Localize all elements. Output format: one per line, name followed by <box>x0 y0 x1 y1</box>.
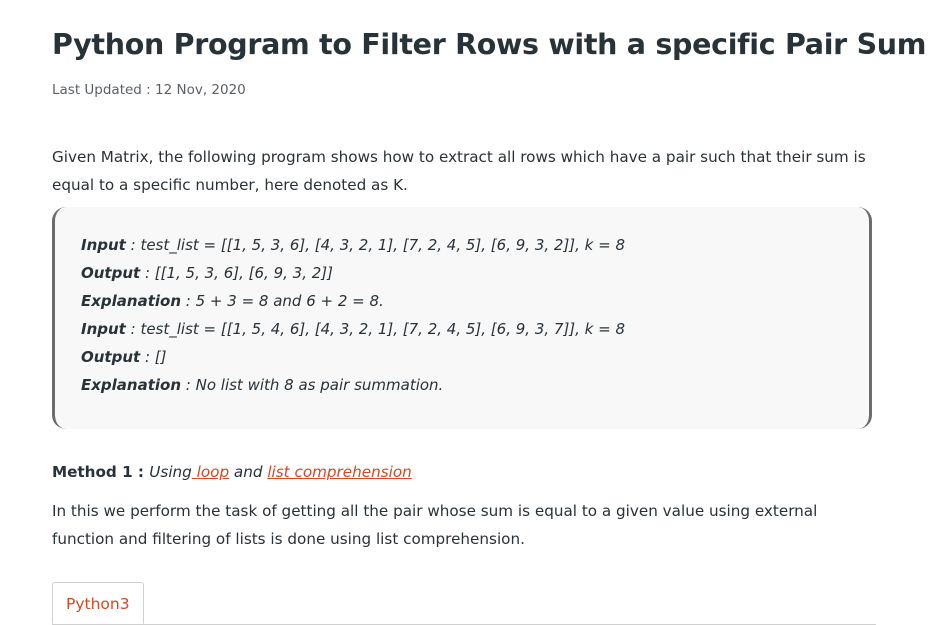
method-heading: Method 1 : Using loop and list comprehen… <box>52 458 412 486</box>
method-label: Method 1 : <box>52 463 150 481</box>
loop-link[interactable]: loop <box>192 463 229 481</box>
page-title: Python Program to Filter Rows with a spe… <box>52 28 927 61</box>
example-key: Output <box>81 264 141 282</box>
method-and: and <box>229 463 268 481</box>
example-line: Output : [[1, 5, 3, 6], [6, 9, 3, 2]] <box>81 259 869 287</box>
example-text: : 5 + 3 = 8 and 6 + 2 = 8. <box>181 292 384 310</box>
example-key: Explanation <box>81 292 182 310</box>
code-tabs: Python3 <box>52 582 876 625</box>
example-line: Input : test_list = [[1, 5, 3, 6], [4, 3… <box>81 231 869 259</box>
example-line: Explanation : No list with 8 as pair sum… <box>81 371 869 399</box>
example-text: : test_list = [[1, 5, 4, 6], [4, 3, 2, 1… <box>125 320 626 338</box>
example-line: Input : test_list = [[1, 5, 4, 6], [4, 3… <box>81 315 869 343</box>
example-key: Output <box>81 348 141 366</box>
method-description: In this we perform the task of getting a… <box>52 502 818 548</box>
example-key: Explanation <box>81 376 182 394</box>
example-text: : [[1, 5, 3, 6], [6, 9, 3, 2]] <box>140 264 333 282</box>
example-key: Input <box>81 320 126 338</box>
example-line: Explanation : 5 + 3 = 8 and 6 + 2 = 8. <box>81 287 869 315</box>
example-text: : No list with 8 as pair summation. <box>181 376 444 394</box>
method-using: Using <box>149 463 192 481</box>
example-line: Output : [] <box>81 343 869 371</box>
example-box: Input : test_list = [[1, 5, 3, 6], [4, 3… <box>52 207 872 429</box>
intro-paragraph: Given Matrix, the following program show… <box>52 148 866 194</box>
example-text: : test_list = [[1, 5, 3, 6], [4, 3, 2, 1… <box>125 236 626 254</box>
example-key: Input <box>81 236 126 254</box>
example-text: : [] <box>140 348 167 366</box>
list-comprehension-link[interactable]: list comprehension <box>267 463 411 481</box>
last-updated: Last Updated : 12 Nov, 2020 <box>52 82 246 98</box>
tab-python3[interactable]: Python3 <box>52 582 144 624</box>
